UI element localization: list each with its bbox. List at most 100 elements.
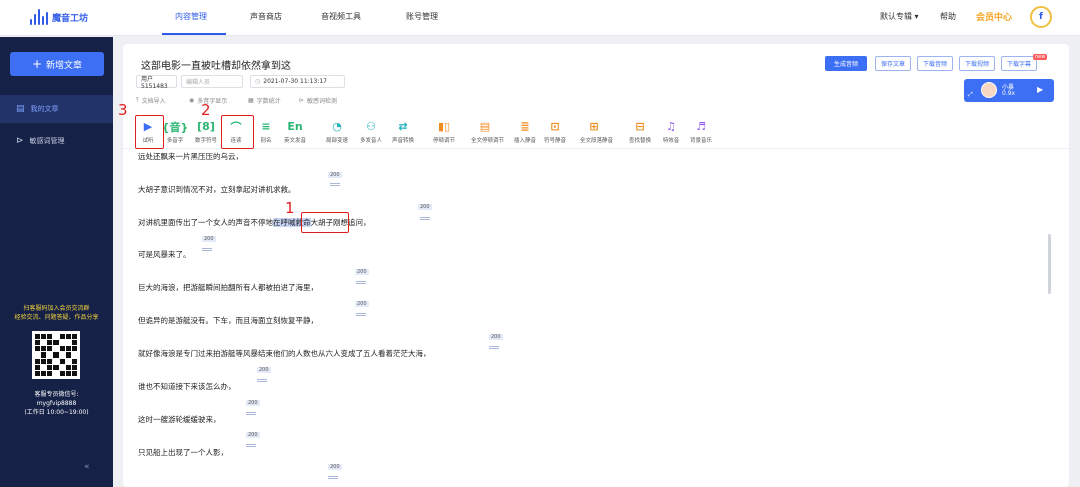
tool-english[interactable]: En 英文发音 — [281, 118, 309, 144]
tool-bgm[interactable]: ♬ 背景音乐 — [687, 118, 715, 144]
tool-polyphone[interactable]: {音} 多音字 — [161, 118, 189, 145]
paragraph[interactable]: 但诡异的是游艇没有。下车，而且海面立刻恢复平静， — [138, 315, 318, 326]
pause-mark-icon — [202, 248, 212, 251]
pause-tag[interactable]: 200 — [246, 400, 260, 406]
pause-adjust-icon: ▮▯ — [437, 120, 451, 133]
new-article-button[interactable]: + 新增文章 — [10, 52, 104, 76]
pause-mark-icon — [257, 379, 267, 382]
pause-mark-icon — [328, 476, 338, 479]
annotation-box-preview — [135, 115, 164, 149]
toolbar-divider — [123, 148, 1069, 149]
filter-icon: ⊳ — [16, 136, 24, 146]
annotation-number-3: 3 — [118, 101, 128, 119]
number-icon: [8] — [197, 120, 215, 133]
multi-speaker-icon: ⚇ — [366, 120, 376, 133]
annotation-number-2: 2 — [201, 101, 211, 119]
datetime-field[interactable]: ◷ 2021-07-30 11:13:17 — [250, 75, 345, 88]
collapse-sidebar-icon[interactable]: « — [84, 462, 90, 472]
pause-tag[interactable]: 200 — [257, 367, 271, 373]
speed-icon: ◔ — [332, 120, 342, 133]
download-audio-button[interactable]: 下载音频 — [917, 56, 953, 71]
editor-name-input[interactable]: 编辑人员 — [181, 75, 243, 88]
tool-voice-convert[interactable]: ⇄ 声音转换 — [389, 118, 417, 144]
article-title[interactable]: 这部电影一直被吐槽却依然拿到这 — [141, 57, 291, 72]
clock-icon: ◷ — [255, 78, 261, 85]
import-doc[interactable]: ⤒ 文档导入 — [136, 96, 166, 106]
brand-logo[interactable]: 魔音工坊 — [30, 9, 88, 25]
voice-selector[interactable]: ⤢ 小暴 0.9x ▶ — [964, 79, 1054, 102]
sidebar: + 新增文章 ▤ 我的文章 ⊳ 敏感词管理 扫客服码加入会员交流群 经验交流、问… — [0, 37, 113, 487]
qr-code — [32, 331, 80, 379]
expand-icon[interactable]: ⤢ — [968, 91, 973, 99]
pause-tag[interactable]: 200 — [355, 301, 369, 307]
pause-tag[interactable]: 200 — [202, 236, 216, 242]
symbol-silence-icon: ⊡ — [550, 120, 560, 133]
nav-voice-store[interactable]: 声音商店 — [250, 11, 282, 22]
download-video-button[interactable]: 下载视频 — [959, 56, 995, 71]
pause-mark-icon — [420, 217, 430, 220]
tool-pause-adjust[interactable]: ▮▯ 停顿调节 — [430, 118, 458, 144]
help-link[interactable]: 帮助 — [940, 11, 956, 22]
voice-avatar — [981, 82, 997, 98]
tool-number-symbol[interactable]: [8] 数字符号 — [192, 118, 220, 144]
tool-paragraph-silence[interactable]: ⊞ 全文段落静音 — [580, 118, 613, 144]
pause-tag[interactable]: 200 — [355, 269, 369, 275]
pause-tag[interactable]: 200 — [328, 464, 342, 470]
paragraph[interactable]: 大胡子意识到情况不对，立刻拿起对讲机求救。 — [138, 184, 296, 195]
sidebar-item-sensitive-words[interactable]: ⊳ 敏感词管理 — [0, 127, 113, 155]
tool-multi-speaker[interactable]: ⚇ 多发音人 — [357, 118, 385, 144]
sidebar-item-label: 敏感词管理 — [29, 137, 65, 145]
tool-local-speed[interactable]: ◔ 局部变速 — [323, 118, 351, 144]
bgm-icon: ♬ — [696, 120, 706, 133]
vip-center-link[interactable]: 会员中心 — [976, 10, 1012, 23]
nav-account[interactable]: 账号管理 — [406, 11, 438, 22]
paragraph[interactable]: 谁也不知道接下来该怎么办， — [138, 381, 236, 392]
logo-icon — [30, 9, 48, 25]
scrollbar[interactable] — [1048, 234, 1051, 294]
tool-symbol-silence[interactable]: ⊡ 符号静音 — [541, 118, 569, 144]
generate-audio-button[interactable]: 生成音频 — [825, 56, 867, 71]
pause-mark-icon — [246, 444, 256, 447]
pause-mark-icon — [330, 183, 340, 186]
tool-find-replace[interactable]: ⊟ 查找替换 — [626, 118, 654, 144]
eye-icon: ◉ — [189, 97, 195, 104]
sidebar-item-my-articles[interactable]: ▤ 我的文章 — [0, 95, 113, 123]
tool-full-pause[interactable]: ▤ 全文停顿调节 — [471, 118, 504, 144]
save-article-button[interactable]: 保存文章 — [875, 56, 911, 71]
pause-tag[interactable]: 200 — [489, 334, 503, 340]
new-article-label: 新增文章 — [46, 60, 83, 71]
voice-play-icon[interactable]: ▶ — [1037, 85, 1043, 94]
plus-icon: + — [31, 57, 43, 71]
top-bar: 魔音工坊 内容管理 声音商店 音视频工具 账号管理 默认专辑 ▾ 帮助 会员中心… — [0, 0, 1080, 36]
download-subtitle-button[interactable]: 下载字幕 — [1001, 56, 1037, 71]
word-count[interactable]: ▦ 字数统计 — [248, 96, 281, 105]
paragraph[interactable]: 就好像海浪是专门过来拍游艇等风暴结束他们的人数也从六人变成了五人看着茫茫大海， — [138, 348, 431, 359]
find-replace-icon: ⊟ — [635, 120, 645, 133]
pause-tag[interactable]: 200 — [328, 172, 342, 178]
pause-tag[interactable]: 200 — [246, 432, 260, 438]
tool-insert-silence[interactable]: ≣ 插入静音 — [511, 118, 539, 144]
user-id-field[interactable]: 用户5151483 — [136, 75, 177, 90]
annotation-box-liaison — [221, 115, 254, 149]
nav-active-indicator — [162, 33, 226, 35]
effect-icon: ♫ — [666, 120, 676, 133]
pause-tag[interactable]: 200 — [418, 204, 432, 210]
paragraph[interactable]: 只见船上出现了一个人影， — [138, 447, 228, 458]
paragraph[interactable]: 可是风暴来了。 — [138, 249, 191, 260]
paragraph[interactable]: 这时一艘游轮缓缓驶来， — [138, 414, 221, 425]
nav-av-tools[interactable]: 音视频工具 — [321, 11, 361, 22]
tool-alias[interactable]: ≡ 别名 — [252, 118, 280, 144]
service-contact: 客服专员微信号: mygfvip8888 (工作日 10:00~19:00) — [24, 391, 89, 416]
nav-content-manage[interactable]: 内容管理 — [175, 11, 207, 22]
paragraph[interactable]: 远处还飘来一片黑压压的乌云， — [138, 151, 243, 162]
album-select[interactable]: 默认专辑 ▾ — [880, 11, 919, 22]
sensitive-check[interactable]: ⊳ 敏感词检测 — [299, 96, 337, 105]
brand-name: 魔音工坊 — [52, 13, 89, 24]
voice-convert-icon: ⇄ — [398, 120, 408, 133]
scan-icon: ⊳ — [299, 97, 305, 104]
editor-card: 这部电影一直被吐槽却依然拿到这 用户5151483 编辑人员 ◷ 2021-07… — [123, 44, 1069, 487]
user-avatar[interactable]: f — [1030, 6, 1052, 28]
tool-sound-effect[interactable]: ♫ 特效音 — [657, 118, 685, 144]
insert-silence-icon: ≣ — [520, 120, 530, 133]
paragraph[interactable]: 巨大的海浪，把游艇瞬间拍翻所有人都被拍进了海里， — [138, 282, 318, 293]
